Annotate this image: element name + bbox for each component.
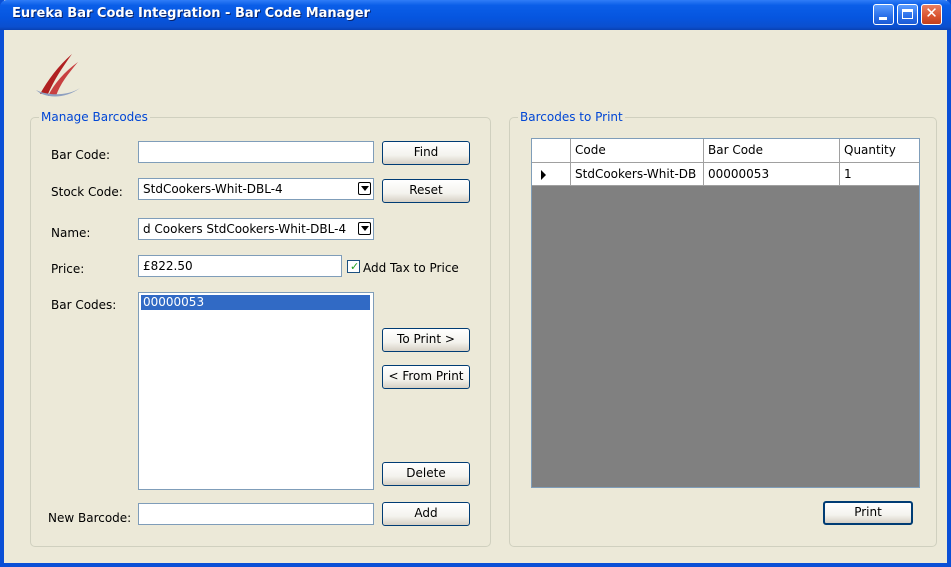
row-header[interactable] bbox=[532, 163, 571, 186]
print-grid[interactable]: Code Bar Code Quantity StdCookers-Whit-D… bbox=[531, 138, 920, 488]
app-window: Eureka Bar Code Integration - Bar Code M… bbox=[0, 0, 951, 567]
stock-code-select[interactable]: StdCookers-Whit-DBL-4 bbox=[138, 178, 374, 200]
to-print-button[interactable]: To Print > bbox=[382, 328, 470, 352]
maximize-icon bbox=[902, 9, 913, 19]
close-button[interactable]: ✕ bbox=[921, 4, 942, 25]
column-header-code[interactable]: Code bbox=[571, 139, 704, 163]
delete-button[interactable]: Delete bbox=[382, 462, 470, 486]
column-header-quantity[interactable]: Quantity bbox=[840, 139, 919, 163]
new-barcode-label: New Barcode: bbox=[48, 511, 132, 525]
chevron-down-icon[interactable] bbox=[358, 222, 371, 235]
price-input[interactable]: £822.50 bbox=[138, 255, 342, 277]
minimize-icon bbox=[879, 17, 887, 20]
reset-button[interactable]: Reset bbox=[382, 179, 470, 203]
find-button[interactable]: Find bbox=[382, 141, 470, 165]
bar-code-label: Bar Code: bbox=[51, 148, 111, 162]
list-item[interactable]: 00000053 bbox=[141, 295, 370, 310]
checkmark-icon: ✓ bbox=[350, 260, 360, 273]
bar-codes-list[interactable]: 00000053 bbox=[138, 292, 374, 490]
row-pointer-icon bbox=[541, 170, 546, 180]
close-icon: ✕ bbox=[925, 4, 938, 22]
add-tax-label[interactable]: Add Tax to Price bbox=[363, 261, 459, 275]
minimize-button[interactable] bbox=[873, 4, 894, 25]
stock-code-value: StdCookers-Whit-DBL-4 bbox=[143, 182, 283, 196]
table-cell-quantity[interactable]: 1 bbox=[840, 163, 919, 186]
column-header-bar-code[interactable]: Bar Code bbox=[704, 139, 840, 163]
table-cell-bar-code[interactable]: 00000053 bbox=[704, 163, 840, 186]
grid-corner-header bbox=[532, 139, 571, 163]
bar-code-input[interactable] bbox=[138, 141, 374, 163]
barcodes-to-print-title: Barcodes to Print bbox=[518, 110, 625, 124]
table-cell-code[interactable]: StdCookers-Whit-DB bbox=[571, 163, 704, 186]
name-select[interactable]: d Cookers StdCookers-Whit-DBL-4 bbox=[138, 218, 374, 240]
add-button[interactable]: Add bbox=[382, 502, 470, 526]
print-button[interactable]: Print bbox=[823, 501, 913, 525]
new-barcode-input[interactable] bbox=[138, 503, 374, 525]
from-print-button[interactable]: < From Print bbox=[382, 365, 470, 389]
name-value: d Cookers StdCookers-Whit-DBL-4 bbox=[143, 222, 347, 236]
stock-code-label: Stock Code: bbox=[51, 185, 123, 199]
title-bar[interactable]: Eureka Bar Code Integration - Bar Code M… bbox=[0, 0, 951, 30]
price-label: Price: bbox=[51, 262, 85, 276]
window-title: Eureka Bar Code Integration - Bar Code M… bbox=[12, 6, 370, 21]
bar-codes-label: Bar Codes: bbox=[51, 298, 117, 312]
manage-barcodes-title: Manage Barcodes bbox=[39, 110, 150, 124]
add-tax-checkbox[interactable]: ✓ bbox=[347, 260, 360, 273]
chevron-down-icon[interactable] bbox=[358, 182, 371, 195]
maximize-button[interactable] bbox=[897, 4, 918, 25]
name-label: Name: bbox=[51, 226, 91, 240]
logo-icon bbox=[36, 54, 80, 97]
